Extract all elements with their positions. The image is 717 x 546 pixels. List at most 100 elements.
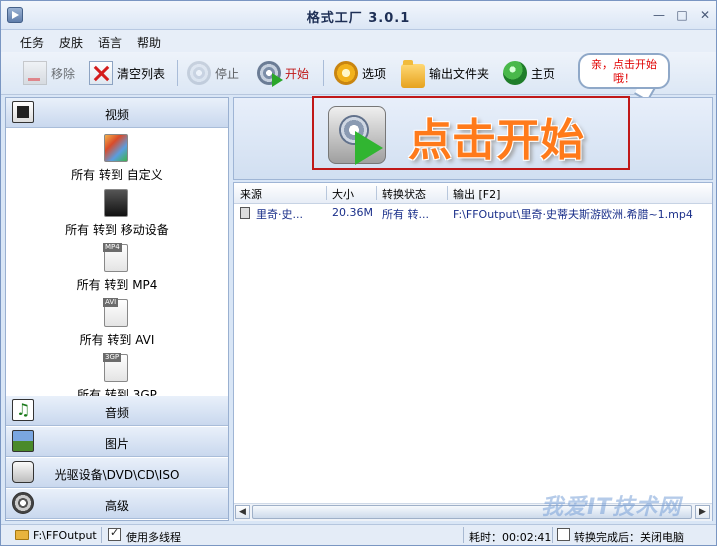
format-label: 所有 转到 移动设备 [65,223,169,237]
stop-icon [187,61,211,85]
avi-file-icon: AVI [103,298,128,327]
tip-line-1: 亲，点击开始 [591,58,657,71]
status-divider [463,527,464,543]
table-row[interactable]: 里奇·史... 20.36M 所有 转... F:\FFOutput\里奇·史蒂… [234,205,712,221]
format-label: 所有 转到 3GP [77,388,157,396]
banner-text: 点击开始 [408,115,584,166]
multithread-checkbox[interactable] [108,526,121,541]
home-button[interactable]: 主页 [503,57,555,89]
folder-icon[interactable] [15,530,29,540]
tip-line-2: 哦！ [613,72,635,85]
options-label: 选项 [362,66,387,81]
start-banner: 点击开始 [233,96,713,180]
category-advanced[interactable]: 高级 [6,489,228,519]
category-video-label: 视频 [104,108,129,122]
start-button[interactable]: 开始 [257,57,309,89]
menu-task[interactable]: 任务 [20,34,44,51]
task-list-header: 来源 大小 转换状态 输出 [F2] [234,183,712,204]
category-disc[interactable]: 光驱设备\DVD\CD\ISO [6,458,228,488]
after-convert-label: 转换完成后：关闭电脑 [574,531,684,544]
status-bar: F:\FFOutput 使用多线程 耗时：00:02:41 转换完成后：关闭电脑 [1,524,716,545]
format-label: 所有 转到 AVI [79,333,155,347]
folder-icon [401,60,425,88]
options-button[interactable]: 选项 [334,57,386,89]
scroll-left-icon[interactable]: ◀ [235,505,250,519]
remove-icon [23,61,47,85]
format-custom[interactable]: 所有 转到 自定义 [6,134,228,184]
custom-format-icon [104,134,128,162]
clear-label: 清空列表 [117,66,166,81]
start-banner-highlight[interactable]: 点击开始 [312,96,630,170]
mobile-device-icon [104,189,128,217]
column-divider[interactable] [326,186,327,200]
gear-icon [334,61,358,85]
globe-icon [503,61,527,85]
file-icon [240,207,250,219]
menu-bar: 任务 皮肤 语言 帮助 [1,30,716,52]
status-divider [101,527,102,543]
home-label: 主页 [531,66,556,81]
format-mobile[interactable]: 所有 转到 移动设备 [6,189,228,239]
stop-label: 停止 [215,66,240,81]
row-size: 20.36M [332,206,373,219]
mp4-tag: MP4 [103,243,122,252]
category-image[interactable]: 图片 [6,427,228,457]
col-size[interactable]: 大小 [332,186,354,202]
col-source[interactable]: 来源 [240,186,262,202]
status-divider [552,527,553,543]
avi-tag: AVI [103,298,119,307]
format-label: 所有 转到 自定义 [71,168,163,182]
column-divider[interactable] [376,186,377,200]
format-mp4[interactable]: MP4 所有 转到 MP4 [6,243,228,294]
category-disc-label: 光驱设备\DVD\CD\ISO [54,468,180,482]
format-label: 所有 转到 MP4 [76,278,158,292]
menu-language[interactable]: 语言 [98,34,122,51]
menu-skin[interactable]: 皮肤 [59,34,83,51]
column-divider[interactable] [447,186,448,200]
mp4-file-icon: MP4 [103,243,128,272]
stop-button[interactable]: 停止 [187,57,239,89]
toolbar-separator [323,60,324,86]
remove-button[interactable]: 移除 [23,57,75,89]
window-title: 格式工厂 3.0.1 [306,11,411,26]
row-status: 所有 转... [382,208,429,221]
scroll-right-icon[interactable]: ▶ [695,505,710,519]
output-folder-label: 输出文件夹 [429,66,490,81]
watermark: 我爱IT技术网 [541,495,682,520]
after-convert-checkbox[interactable] [557,528,570,541]
start-label: 开始 [285,66,310,81]
clear-icon [89,61,113,85]
category-image-label: 图片 [104,437,129,451]
col-status[interactable]: 转换状态 [382,186,426,202]
tip-bubble: 亲，点击开始 哦！ [578,53,670,89]
app-window: 格式工厂 3.0.1 — □ ✕ 任务 皮肤 语言 帮助 移除 清空列表 停止 … [0,0,717,546]
category-advanced-label: 高级 [104,499,129,513]
film-reel-play-icon [328,106,386,165]
row-source: 里奇·史... [256,208,303,221]
maximize-button[interactable]: □ [673,7,691,23]
toolbar-separator [177,60,178,86]
category-video[interactable]: 视频 [6,98,228,128]
3gp-file-icon: 3GP [103,353,128,382]
col-output[interactable]: 输出 [F2] [453,186,500,202]
task-list: 来源 大小 转换状态 输出 [F2] 里奇·史... 20.36M 所有 转..… [233,182,713,521]
video-format-list: 所有 转到 自定义 所有 转到 移动设备 MP4 所有 转到 MP4 AVI 所… [6,128,228,396]
start-icon [257,61,283,87]
category-audio-label: 音频 [104,406,129,420]
output-path[interactable]: F:\FFOutput [33,529,97,542]
format-sidebar: 视频 所有 转到 自定义 所有 转到 移动设备 MP4 所有 转到 MP4 AV… [5,97,229,521]
output-folder-button[interactable]: 输出文件夹 [401,57,489,89]
menu-help[interactable]: 帮助 [137,34,161,51]
elapsed-time: 耗时：00:02:41 [469,531,552,544]
remove-label: 移除 [51,66,76,81]
close-button[interactable]: ✕ [696,7,714,23]
format-avi[interactable]: AVI 所有 转到 AVI [6,298,228,349]
format-3gp[interactable]: 3GP 所有 转到 3GP [6,353,228,396]
category-audio[interactable]: 音频 [6,396,228,426]
row-output: F:\FFOutput\里奇·史蒂夫斯游欧洲.希腊~1.mp4 [453,208,693,221]
3gp-tag: 3GP [103,353,122,362]
minimize-button[interactable]: — [650,7,668,23]
clear-list-button[interactable]: 清空列表 [89,57,165,89]
title-bar: 格式工厂 3.0.1 — □ ✕ [1,1,716,30]
multithread-label: 使用多线程 [126,531,181,544]
